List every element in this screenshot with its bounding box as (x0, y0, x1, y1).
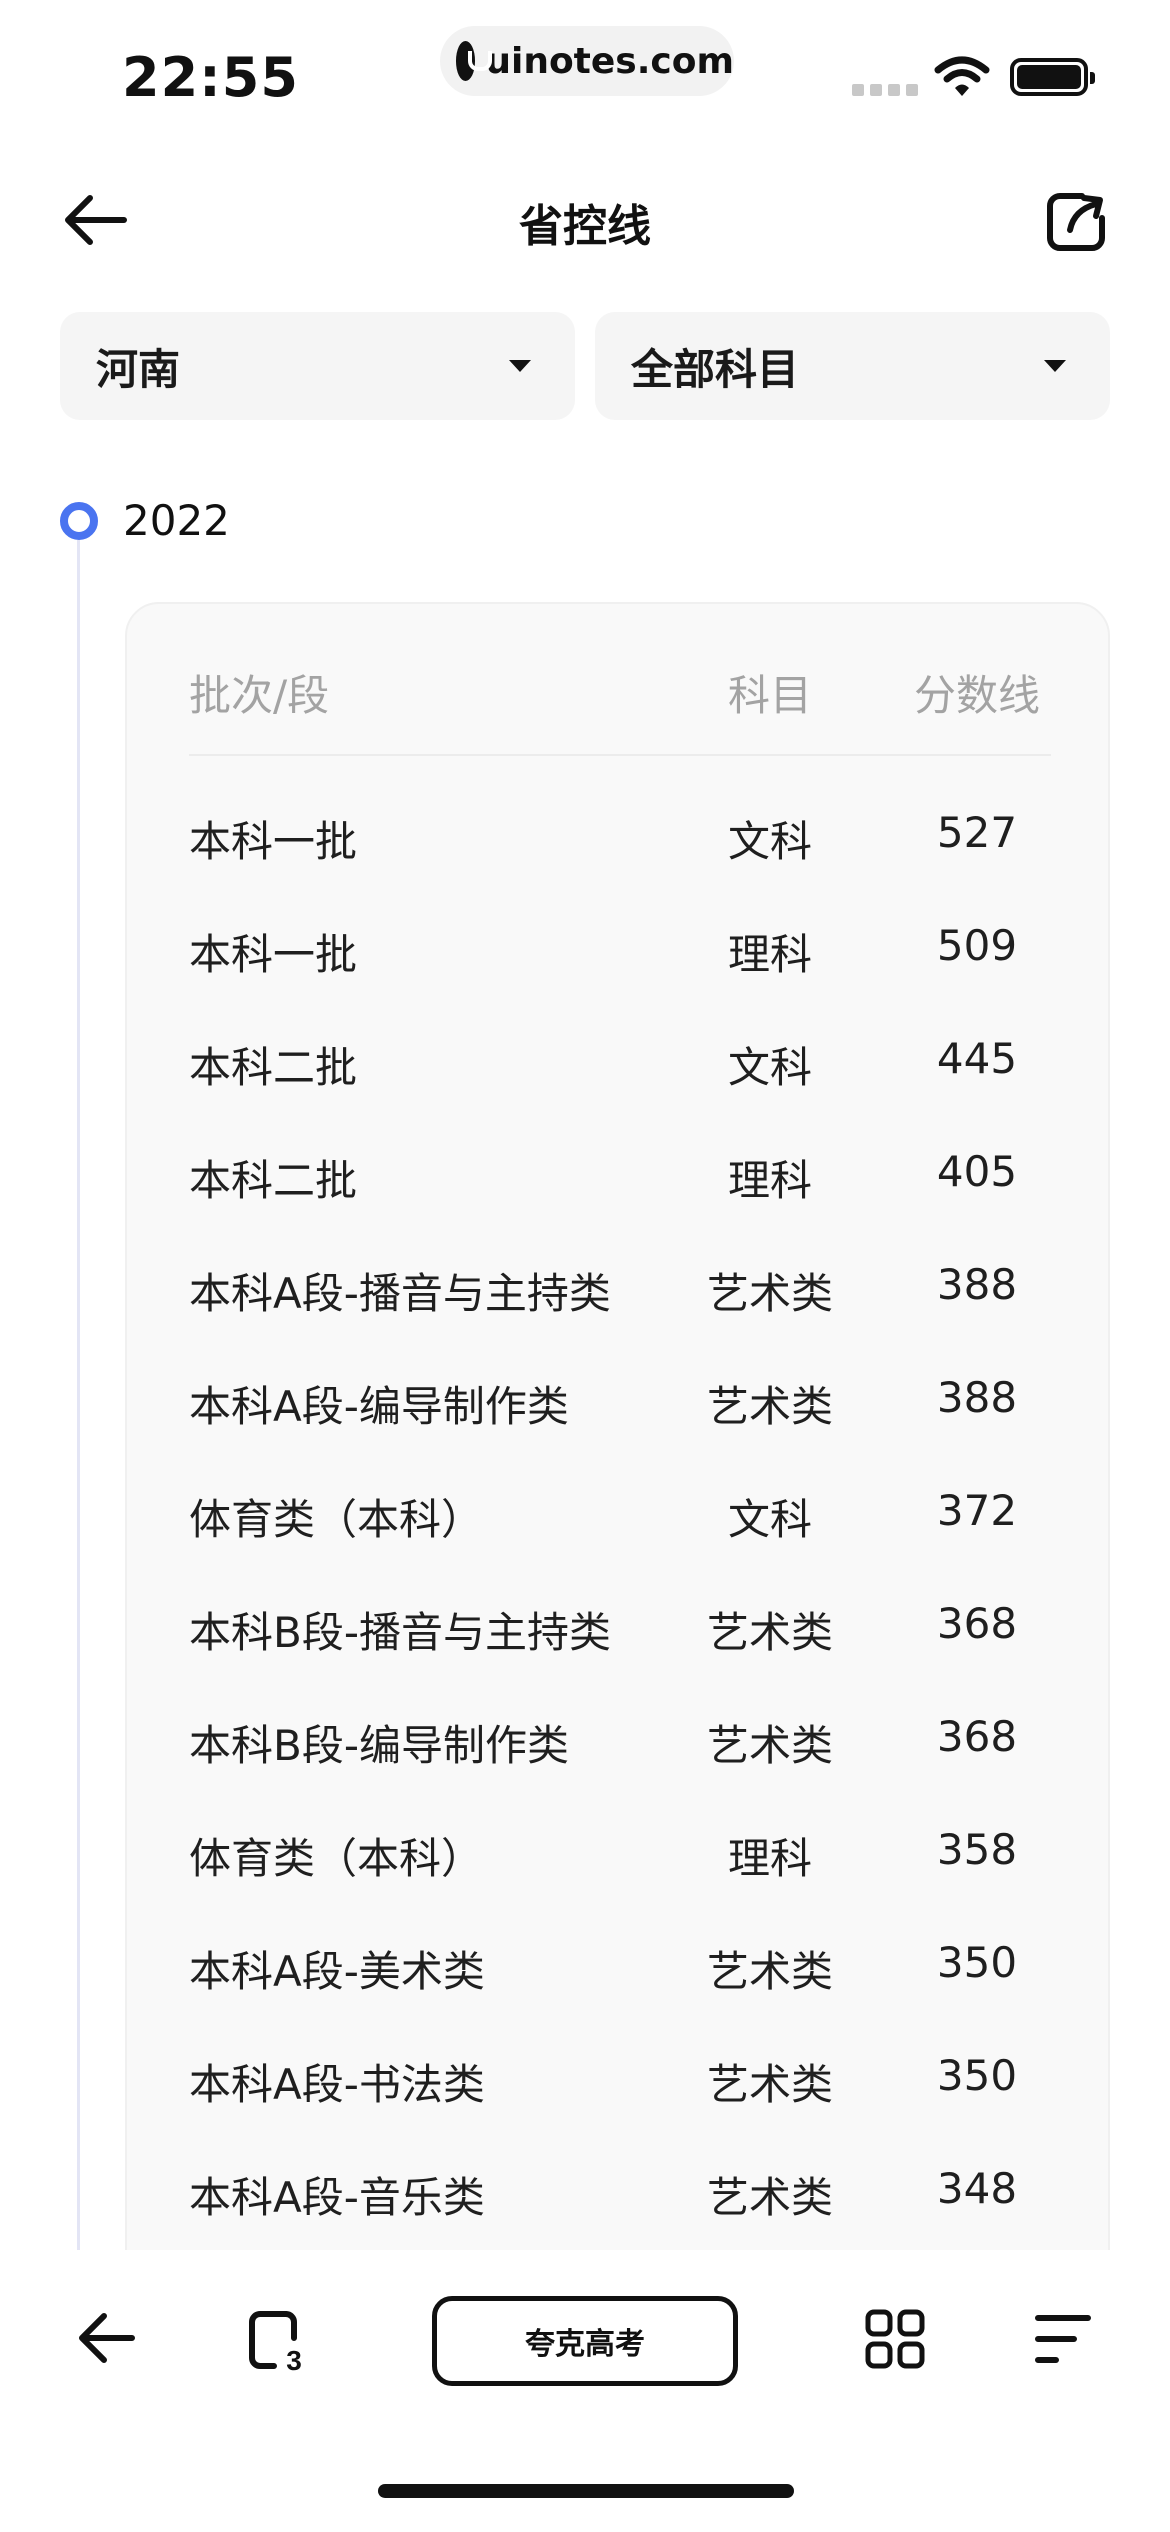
app-grid-icon[interactable] (864, 2308, 926, 2370)
table-row: 本科二批 理科 405 (189, 1137, 1051, 1217)
row-batch: 本科二批 (189, 1156, 358, 1205)
subject-value: 全部科目 (631, 344, 800, 394)
row-score: 388 (936, 1373, 1018, 1422)
battery-icon (1010, 58, 1095, 96)
row-subject: 艺术类 (706, 1608, 833, 1657)
timeline-dot-icon (60, 502, 98, 540)
table-row: 本科A段-书法类 艺术类 350 (189, 2041, 1051, 2121)
row-subject: 艺术类 (706, 1721, 833, 1770)
row-score: 527 (936, 808, 1018, 857)
table-row: 本科A段-音乐类 艺术类 348 (189, 2154, 1051, 2234)
page-title: 省控线 (519, 201, 651, 252)
row-score: 372 (936, 1486, 1018, 1535)
row-subject: 艺术类 (706, 1269, 833, 1318)
row-batch: 体育类（本科） (189, 1495, 484, 1544)
row-subject: 艺术类 (706, 2173, 833, 2222)
row-subject: 文科 (727, 817, 812, 866)
row-score: 509 (936, 921, 1018, 970)
table-row: 本科一批 文科 527 (189, 798, 1051, 878)
site-logo-icon (456, 41, 493, 81)
row-subject: 理科 (727, 1156, 812, 1205)
table-row: 本科A段-美术类 艺术类 350 (189, 1928, 1051, 2008)
table-row: 体育类（本科） 理科 358 (189, 1815, 1051, 1895)
subject-dropdown[interactable]: 全部科目 (595, 312, 1110, 420)
table-row: 本科A段-播音与主持类 艺术类 388 (189, 1250, 1051, 1330)
page-header: 省控线 (0, 160, 1170, 280)
wifi-icon (934, 56, 990, 96)
url-text: uinotes.com (485, 40, 734, 82)
timeline-line (77, 540, 80, 2250)
url-pill[interactable]: uinotes.com (440, 26, 734, 96)
row-batch: 本科A段-美术类 (189, 1947, 485, 1996)
caret-down-icon (509, 360, 531, 372)
row-subject: 理科 (727, 930, 812, 979)
signal-icon (852, 84, 918, 96)
share-icon[interactable] (1046, 190, 1108, 252)
tab-count: 3 (286, 2345, 302, 2372)
row-score: 348 (936, 2164, 1018, 2213)
table-row: 体育类（本科） 文科 372 (189, 1476, 1051, 1556)
row-score: 445 (936, 1034, 1018, 1083)
tab-switcher-icon: 3 (249, 2311, 302, 2376)
province-value: 河南 (96, 344, 181, 394)
table-row: 本科B段-编导制作类 艺术类 368 (189, 1702, 1051, 1782)
row-subject: 文科 (727, 1495, 812, 1544)
row-batch: 本科A段-编导制作类 (189, 1382, 569, 1431)
row-subject: 艺术类 (706, 2060, 833, 2109)
tab-switcher-button[interactable]: 3 (246, 2308, 310, 2376)
province-dropdown[interactable]: 河南 (60, 312, 575, 420)
table-row: 本科二批 文科 445 (189, 1024, 1051, 1104)
table-row: 本科A段-编导制作类 艺术类 388 (189, 1363, 1051, 1443)
quark-gaokao-button[interactable]: 夸克高考 (432, 2296, 738, 2386)
row-score: 388 (936, 1260, 1018, 1309)
row-score: 358 (936, 1825, 1018, 1874)
row-batch: 本科一批 (189, 930, 358, 979)
row-subject: 艺术类 (706, 1382, 833, 1431)
row-batch: 本科一批 (189, 817, 358, 866)
header-score: 分数线 (913, 671, 1040, 720)
table-row: 本科B段-播音与主持类 艺术类 368 (189, 1589, 1051, 1669)
filter-bar: 河南 全部科目 (60, 312, 1110, 420)
row-batch: 本科A段-书法类 (189, 2060, 485, 2109)
row-subject: 理科 (727, 1834, 812, 1883)
row-score: 350 (936, 2051, 1018, 2100)
row-batch: 本科A段-播音与主持类 (189, 1269, 611, 1318)
row-batch: 本科B段-编导制作类 (189, 1721, 569, 1770)
row-batch: 本科二批 (189, 1043, 358, 1092)
header-subject: 科目 (727, 671, 812, 720)
status-bar: 22:55 uinotes.com (0, 0, 1170, 150)
caret-down-icon (1044, 360, 1066, 372)
row-subject: 文科 (727, 1043, 812, 1092)
home-indicator[interactable] (378, 2484, 794, 2498)
row-score: 405 (936, 1147, 1018, 1196)
table-header: 批次/段 科目 分数线 (189, 656, 1051, 756)
row-score: 350 (936, 1938, 1018, 1987)
browser-back-icon[interactable] (76, 2308, 136, 2368)
row-batch: 本科B段-播音与主持类 (189, 1608, 611, 1657)
timeline-year: 2022 (123, 496, 230, 545)
row-batch: 本科A段-音乐类 (189, 2173, 485, 2222)
row-subject: 艺术类 (706, 1947, 833, 1996)
table-row: 本科一批 理科 509 (189, 911, 1051, 991)
status-time: 22:55 (122, 46, 299, 109)
row-score: 368 (936, 1599, 1018, 1648)
row-score: 368 (936, 1712, 1018, 1761)
header-batch: 批次/段 (189, 671, 330, 720)
menu-icon[interactable] (1034, 2312, 1092, 2366)
score-line-card: 批次/段 科目 分数线 本科一批 文科 527 本科一批 理科 509 本科二批… (125, 602, 1110, 2302)
row-batch: 体育类（本科） (189, 1834, 484, 1883)
